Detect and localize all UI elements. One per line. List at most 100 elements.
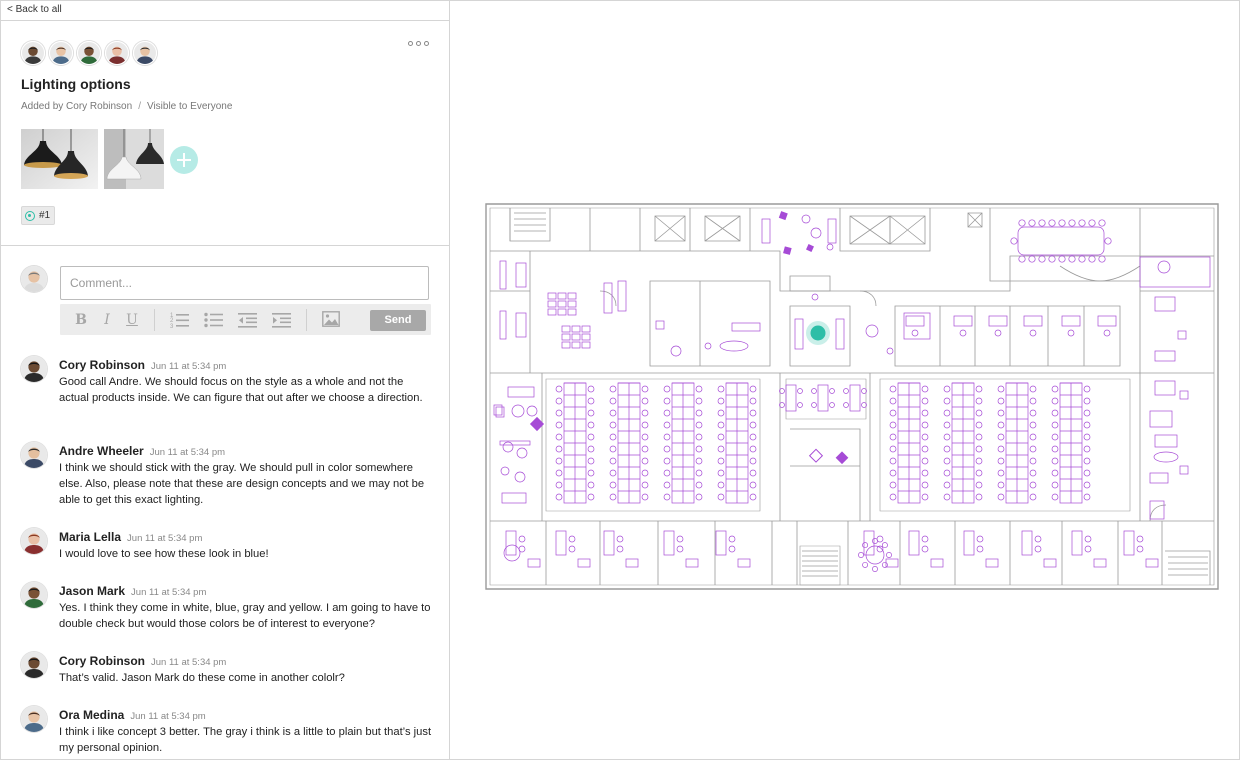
comment-author[interactable]: Ora Medina [59, 708, 124, 722]
furniture-piece [985, 558, 999, 568]
furniture-piece [717, 469, 725, 477]
comment-timestamp: Jun 11 at 5:34 pm [149, 447, 226, 458]
bold-icon[interactable]: B [72, 311, 90, 329]
outdent-glyph [238, 313, 257, 328]
add-image-button[interactable] [170, 146, 198, 174]
furniture-piece [1088, 219, 1096, 227]
toolbar-separator [306, 309, 307, 331]
furniture-piece [1179, 465, 1189, 475]
furniture-piece [695, 445, 703, 453]
section-divider [1, 245, 449, 246]
furniture-piece [810, 227, 822, 239]
comment-avatar[interactable] [21, 582, 47, 608]
indent-icon[interactable] [272, 311, 291, 329]
furniture-piece [921, 545, 929, 553]
floor-plan [485, 203, 1219, 590]
furniture-piece [1018, 219, 1026, 227]
furniture-piece [557, 292, 567, 300]
numbered-list-icon[interactable]: 1 2 3 [170, 311, 189, 329]
furniture-piece [641, 421, 649, 429]
back-link[interactable]: < Back to all [7, 4, 62, 15]
comment-author[interactable]: Maria Lella [59, 530, 121, 544]
image-icon[interactable] [322, 311, 340, 329]
furniture-piece [1038, 219, 1046, 227]
furniture-piece [1058, 255, 1066, 263]
send-button[interactable]: Send [370, 310, 426, 331]
furniture-piece [695, 433, 703, 441]
furniture-piece [663, 397, 671, 405]
comment-author[interactable]: Jason Mark [59, 584, 125, 598]
comment-timestamp: Jun 11 at 5:34 pm [130, 711, 206, 722]
furniture-piece [1029, 409, 1037, 417]
furniture-piece [609, 445, 617, 453]
furniture-piece [717, 409, 725, 417]
comment-avatar[interactable] [21, 652, 47, 678]
furniture-piece [717, 421, 725, 429]
furniture-piece [862, 542, 869, 549]
comment-avatar[interactable] [21, 442, 47, 468]
furniture-piece [872, 538, 878, 544]
furniture-piece [905, 315, 925, 327]
comment-input[interactable] [61, 267, 428, 299]
furniture-piece [881, 561, 888, 568]
furniture-piece [555, 421, 563, 429]
comment-avatar[interactable] [21, 356, 47, 382]
furniture-piece [587, 481, 595, 489]
furniture-piece [1103, 329, 1111, 337]
furniture-piece [811, 388, 817, 394]
comment-header: Ora Medina Jun 11 at 5:34 pm [59, 706, 206, 724]
comment-author[interactable]: Cory Robinson [59, 654, 145, 668]
furniture-piece [1038, 255, 1046, 263]
comment-avatar[interactable] [21, 528, 47, 554]
furniture-piece [555, 385, 563, 393]
furniture-piece [1123, 530, 1135, 556]
furniture-piece [1083, 469, 1091, 477]
floor-plan-furniture [493, 214, 1211, 572]
collaborator-avatar[interactable] [133, 41, 157, 65]
furniture-piece [975, 397, 983, 405]
furniture-piece [1083, 481, 1091, 489]
furniture-piece [587, 433, 595, 441]
furniture-piece [555, 433, 563, 441]
image-thumbnail-dark-pendants[interactable] [21, 129, 98, 189]
underline-icon[interactable]: U [123, 311, 141, 329]
furniture-piece [827, 218, 837, 244]
furniture-piece [715, 530, 727, 556]
collaborator-avatar[interactable] [49, 41, 73, 65]
furniture-piece [1136, 545, 1144, 553]
floor-plan-pin-marker[interactable] [806, 321, 830, 345]
italic-icon[interactable]: I [98, 311, 116, 329]
furniture-piece [561, 325, 571, 333]
furniture-piece [717, 433, 725, 441]
pin-badge[interactable]: #1 [21, 206, 56, 225]
furniture-piece [617, 280, 627, 312]
furniture-piece [921, 433, 929, 441]
collaborator-avatar[interactable] [105, 41, 129, 65]
furniture-piece [695, 481, 703, 489]
furniture-piece [567, 308, 577, 316]
pin-label: #1 [39, 210, 51, 221]
image-thumbnail-gray-pendants[interactable] [104, 129, 164, 189]
furniture-piece [1083, 385, 1091, 393]
furniture-piece [997, 421, 1005, 429]
furniture-piece [1068, 219, 1076, 227]
furniture-piece [921, 397, 929, 405]
comment-author[interactable]: Cory Robinson [59, 358, 145, 372]
furniture-piece [603, 530, 615, 556]
bullet-list-icon[interactable] [204, 311, 223, 329]
collaborator-avatar[interactable] [21, 41, 45, 65]
comment-avatar[interactable] [21, 706, 47, 732]
floor-plan-canvas[interactable] [450, 1, 1239, 759]
comment-author[interactable]: Andre Wheeler [59, 444, 144, 458]
furniture-piece [943, 445, 951, 453]
pendant-lamps-image [104, 129, 164, 189]
furniture-piece [801, 214, 811, 224]
outdent-icon[interactable] [238, 311, 257, 329]
more-options-button[interactable] [407, 39, 433, 49]
collaborator-avatar[interactable] [77, 41, 101, 65]
furniture-piece [1067, 329, 1075, 337]
comment-timestamp: Jun 11 at 5:34 pm [151, 657, 227, 668]
furniture-piece [685, 558, 699, 568]
furniture-piece [889, 421, 897, 429]
furniture-piece [1154, 350, 1176, 362]
